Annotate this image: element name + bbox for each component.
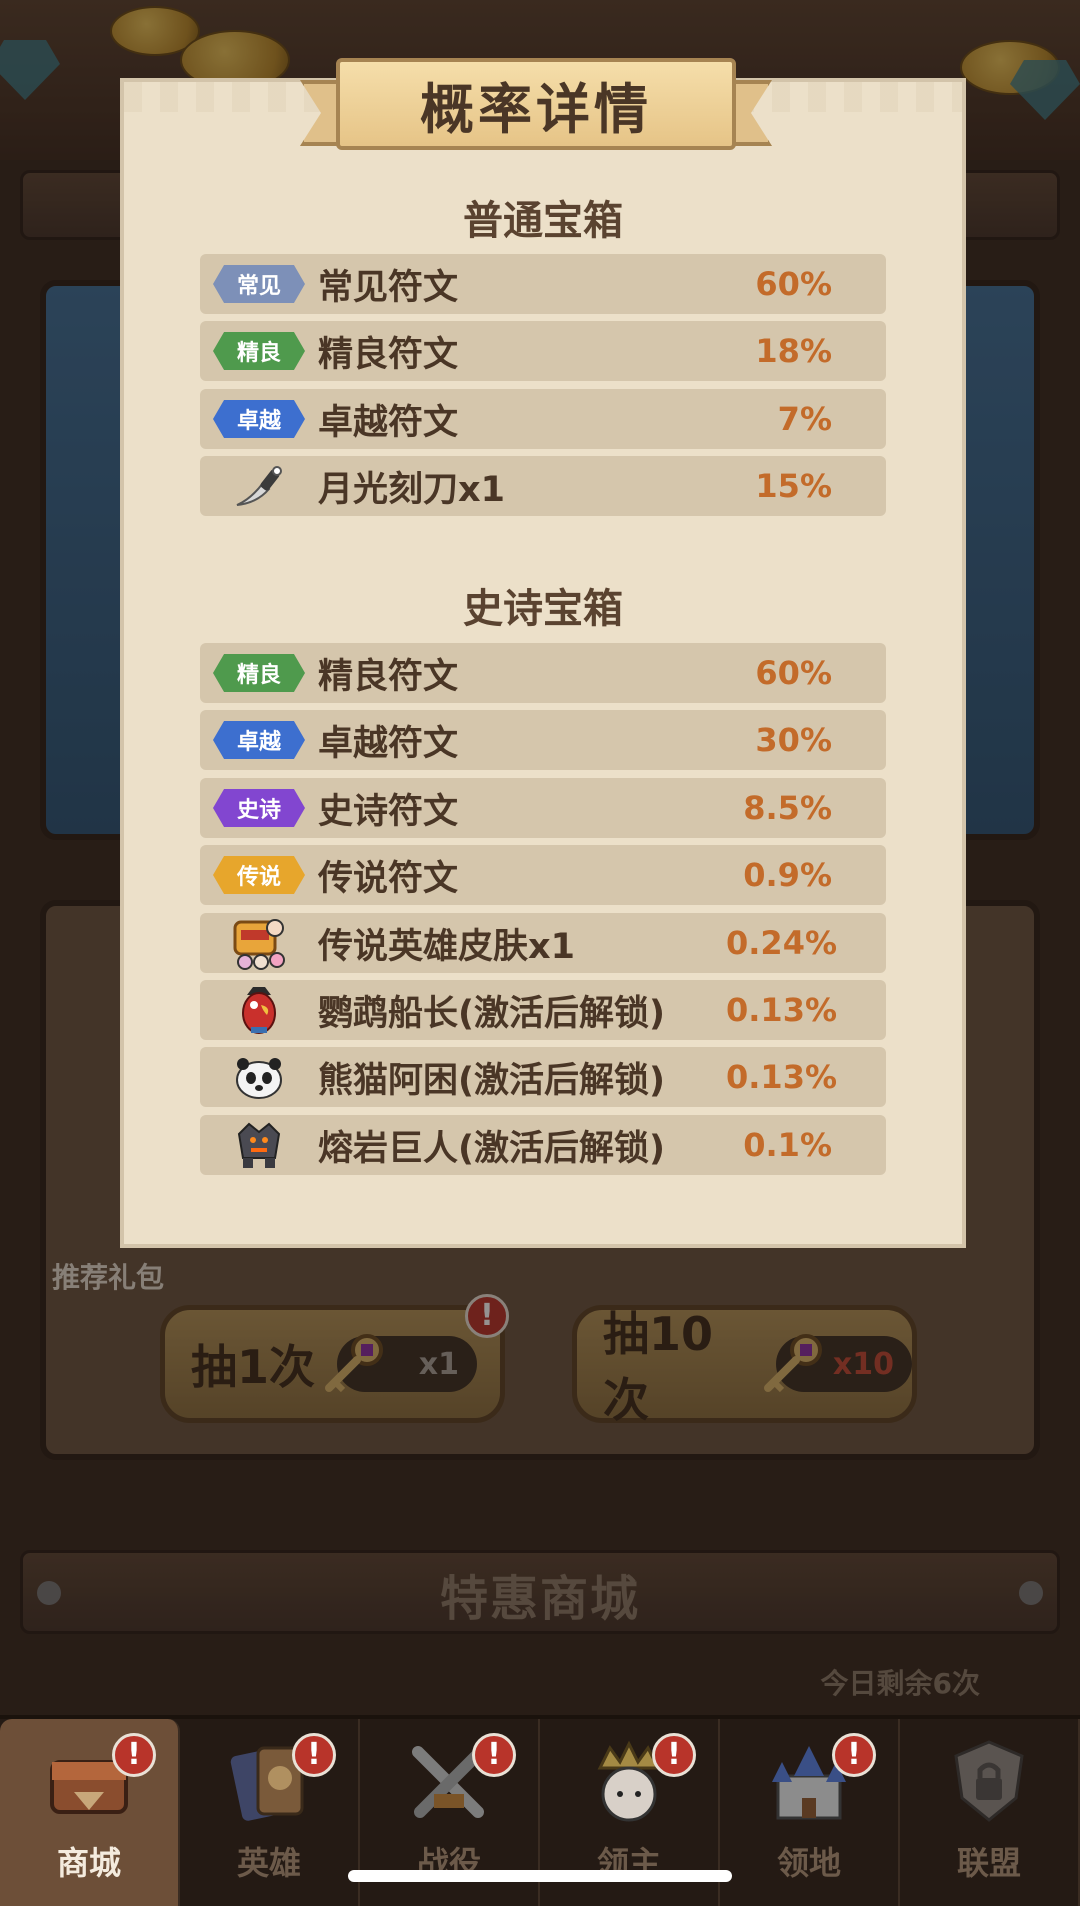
hero-skin-chest-icon xyxy=(233,919,285,970)
alert-icon: ! xyxy=(832,1733,876,1777)
probability-row: 卓越 卓越符文 7% xyxy=(200,389,886,449)
item-probability: 0.9% xyxy=(743,856,832,894)
rarity-badge-common: 常见 xyxy=(213,265,305,303)
probability-row: 传说 传说符文 0.9% xyxy=(200,845,886,905)
badge-label: 精良 xyxy=(236,341,281,366)
rarity-badge-epic: 史诗 xyxy=(213,789,305,827)
probability-row: 精良 精良符文 18% xyxy=(200,321,886,381)
item-probability: 0.13% xyxy=(726,1058,838,1096)
item-name: 熔岩巨人(激活后解锁) xyxy=(318,1128,665,1169)
nav-label-hero: 英雄 xyxy=(236,1844,301,1882)
section-title-normal-chest: 普通宝箱 xyxy=(463,198,623,244)
panda-icon xyxy=(236,1058,282,1099)
parrot-captain-icon xyxy=(242,987,276,1034)
probability-row: 史诗 史诗符文 8.5% xyxy=(200,778,886,838)
nav-item-alliance[interactable]: 联盟 xyxy=(900,1719,1080,1906)
item-probability: 7% xyxy=(777,400,832,438)
nav-item-hero[interactable]: 英雄 ! xyxy=(180,1719,360,1906)
item-name: 月光刻刀x1 xyxy=(318,469,505,510)
nav-item-territory[interactable]: 领地 ! xyxy=(720,1719,900,1906)
badge-label: 卓越 xyxy=(236,409,281,434)
nav-label-territory: 领地 xyxy=(776,1844,841,1882)
rarity-badge-legend: 传说 xyxy=(213,856,305,894)
item-name: 卓越符文 xyxy=(318,723,459,764)
rarity-badge-fine: 精良 xyxy=(213,332,305,370)
rarity-badge-fine: 精良 xyxy=(213,654,305,692)
probability-row: 精良 精良符文 60% xyxy=(200,643,886,703)
alert-icon: ! xyxy=(292,1733,336,1777)
item-name: 卓越符文 xyxy=(318,402,459,443)
item-probability: 60% xyxy=(755,265,832,303)
item-name: 精良符文 xyxy=(318,334,459,375)
badge-label: 常见 xyxy=(236,274,281,299)
modal-title-ribbon: 概率详情 xyxy=(300,58,772,150)
item-probability: 0.13% xyxy=(726,991,838,1029)
alert-icon: ! xyxy=(652,1733,696,1777)
item-name: 常见符文 xyxy=(318,267,459,308)
probability-row: 卓越 卓越符文 30% xyxy=(200,710,886,770)
item-probability: 30% xyxy=(755,721,832,759)
badge-label: 史诗 xyxy=(236,798,281,823)
item-name: 鹦鹉船长(激活后解锁) xyxy=(318,993,665,1034)
probability-row: 传说英雄皮肤x1 0.24% xyxy=(200,913,886,973)
item-name: 熊猫阿困(激活后解锁) xyxy=(318,1060,665,1101)
nav-item-shop[interactable]: 商城 ! xyxy=(0,1719,180,1906)
item-probability: 0.24% xyxy=(726,924,838,962)
probability-row: 常见 常见符文 60% xyxy=(200,254,886,314)
section-title-epic-chest: 史诗宝箱 xyxy=(463,586,623,632)
item-probability: 60% xyxy=(755,654,832,692)
probability-row: 熔岩巨人(激活后解锁) 0.1% xyxy=(200,1115,886,1175)
alert-icon: ! xyxy=(472,1733,516,1777)
item-probability: 18% xyxy=(755,332,832,370)
alliance-locked-icon xyxy=(954,1740,1024,1822)
item-probability: 8.5% xyxy=(743,789,832,827)
item-name: 史诗符文 xyxy=(318,791,459,832)
rarity-badge-superb: 卓越 xyxy=(213,400,305,438)
nav-label-alliance: 联盟 xyxy=(956,1844,1021,1882)
modal-title: 概率详情 xyxy=(420,77,652,141)
probability-row: 鹦鹉船长(激活后解锁) 0.13% xyxy=(200,980,886,1040)
item-name: 精良符文 xyxy=(318,656,459,697)
badge-label: 精良 xyxy=(236,663,281,688)
item-name: 传说英雄皮肤x1 xyxy=(318,926,575,967)
probability-row: 月光刻刀x1 15% xyxy=(200,456,886,516)
rarity-badge-superb: 卓越 xyxy=(213,721,305,759)
alert-icon: ! xyxy=(112,1733,156,1777)
ribbon-body: 概率详情 xyxy=(336,58,736,150)
item-probability: 0.1% xyxy=(743,1126,832,1164)
knife-icon xyxy=(236,466,282,506)
badge-label: 卓越 xyxy=(236,730,281,755)
lava-giant-icon xyxy=(237,1122,281,1168)
item-probability: 15% xyxy=(755,467,832,505)
nav-label-shop: 商城 xyxy=(56,1844,121,1882)
badge-label: 传说 xyxy=(236,865,281,890)
item-name: 传说符文 xyxy=(318,858,459,899)
probability-row: 熊猫阿困(激活后解锁) 0.13% xyxy=(200,1047,886,1107)
home-indicator[interactable] xyxy=(348,1870,732,1882)
